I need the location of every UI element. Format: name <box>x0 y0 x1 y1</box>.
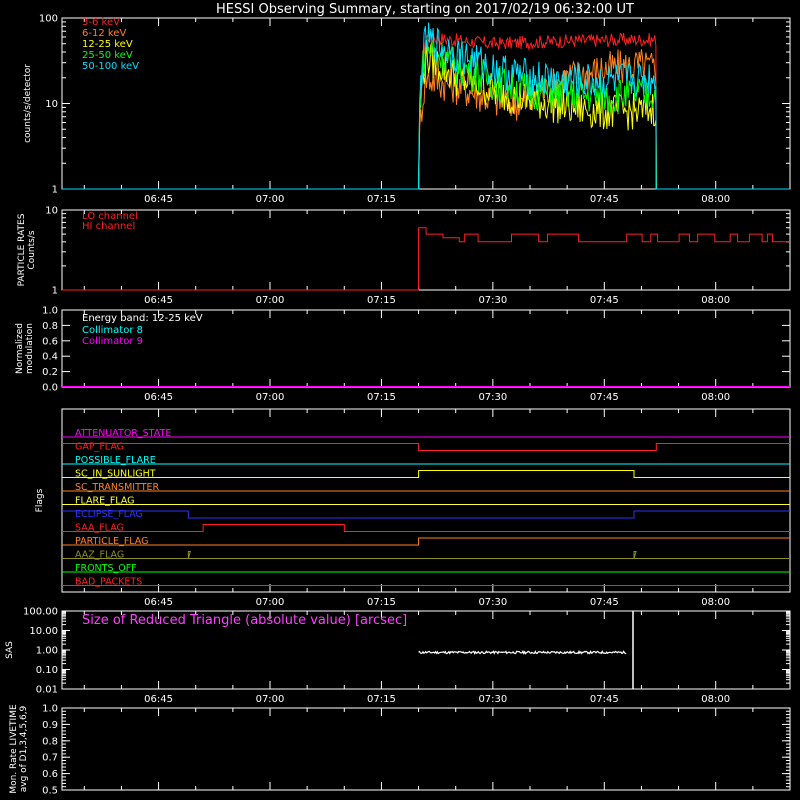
y-tick-label: 1.00 <box>36 646 58 657</box>
y-axis-label: Normalized <box>15 323 25 374</box>
sas-annotation: Size of Reduced Triangle (absolute value… <box>82 613 407 628</box>
sas-xtick-label: 06:45 <box>144 694 173 705</box>
y-tick-label: 10 <box>45 206 58 217</box>
xray-xtick-label: 08:00 <box>701 194 730 205</box>
y-tick-label: 1.0 <box>42 306 58 317</box>
flags-xtick-label: 08:00 <box>701 597 730 608</box>
flags-xtick-label: 07:15 <box>367 597 396 608</box>
legend-entry: HI channel <box>82 221 135 232</box>
y-tick-label: 100 <box>39 14 58 25</box>
xray-xtick-label: 07:15 <box>367 194 396 205</box>
y-tick-label: 1 <box>52 185 58 196</box>
y-tick-label: 0.0 <box>42 383 58 394</box>
modulation-xtick-label: 08:00 <box>701 392 730 403</box>
sas-xtick-label: 08:00 <box>701 694 730 705</box>
y-tick-label: 10 <box>45 99 58 110</box>
y-axis-label: Counts/s <box>27 230 37 269</box>
legend-entry: Collimator 8 <box>82 325 143 336</box>
xray-xtick-label: 07:30 <box>478 194 507 205</box>
y-axis-label: counts/s/detector <box>23 64 33 143</box>
modulation-xtick-label: 06:45 <box>144 392 173 403</box>
particle-xtick-label: 07:00 <box>256 295 285 306</box>
xray-xtick-label: 07:00 <box>256 194 285 205</box>
sas-xtick-label: 07:15 <box>367 694 396 705</box>
modulation-xtick-label: 07:00 <box>256 392 285 403</box>
y-tick-label: 0.8 <box>42 736 58 747</box>
legend-entry: 6-12 keV <box>82 28 126 39</box>
flags-xtick-label: 07:00 <box>256 597 285 608</box>
particle-xtick-label: 07:30 <box>478 295 507 306</box>
y-tick-label: 0.4 <box>42 352 58 363</box>
y-axis-label: Flags <box>35 488 45 512</box>
legend-entry: 3-6 keV <box>82 17 120 28</box>
y-tick-label: 0.10 <box>36 665 58 676</box>
y-tick-label: 0.6 <box>42 336 58 347</box>
legend-entry: Collimator 9 <box>82 336 143 347</box>
y-axis-label: avg of D1,3,4,5,6,9 <box>19 705 29 792</box>
y-tick-label: 1 <box>52 286 58 297</box>
particle-xtick-label: 08:00 <box>701 295 730 306</box>
particle-xtick-label: 07:45 <box>590 295 619 306</box>
y-axis-label: PARTICLE RATES <box>17 213 27 286</box>
sas-xtick-label: 07:45 <box>590 694 619 705</box>
modulation-xtick-label: 07:15 <box>367 392 396 403</box>
xray-xtick-label: 06:45 <box>144 194 173 205</box>
sas-xtick-label: 07:30 <box>478 694 507 705</box>
y-tick-label: 100.00 <box>23 607 58 618</box>
y-tick-label: 0.8 <box>42 321 58 332</box>
y-axis-label: modulation <box>25 323 35 374</box>
sas-xtick-label: 07:00 <box>256 694 285 705</box>
y-tick-label: 0.5 <box>42 786 58 797</box>
modulation-xtick-label: 07:45 <box>590 392 619 403</box>
y-tick-label: 0.6 <box>42 769 58 780</box>
legend-entry: 25-50 keV <box>82 50 133 61</box>
y-tick-label: 0.7 <box>42 753 58 764</box>
flags-xtick-label: 06:45 <box>144 597 173 608</box>
y-axis-label: Mon. Rate LIVETIME <box>9 704 19 794</box>
chart-title: HESSI Observing Summary, starting on 201… <box>216 2 634 17</box>
legend-entry: 12-25 keV <box>82 39 133 50</box>
y-tick-label: 0.9 <box>42 720 58 731</box>
y-axis-label: SAS <box>5 641 15 659</box>
energy-band-annotation: Energy band: 12-25 keV <box>82 313 203 324</box>
legend-entry: 50-100 keV <box>82 61 139 72</box>
observing-summary-chart: HESSI Observing Summary, starting on 201… <box>0 0 800 800</box>
y-tick-label: 10.00 <box>29 626 58 637</box>
particle-xtick-label: 06:45 <box>144 295 173 306</box>
y-tick-label: 1.0 <box>42 704 58 715</box>
particle-xtick-label: 07:15 <box>367 295 396 306</box>
xray-xtick-label: 07:45 <box>590 194 619 205</box>
y-tick-label: 0.01 <box>36 685 58 696</box>
y-tick-label: 0.2 <box>42 367 58 378</box>
flags-xtick-label: 07:45 <box>590 597 619 608</box>
modulation-xtick-label: 07:30 <box>478 392 507 403</box>
flags-xtick-label: 07:30 <box>478 597 507 608</box>
